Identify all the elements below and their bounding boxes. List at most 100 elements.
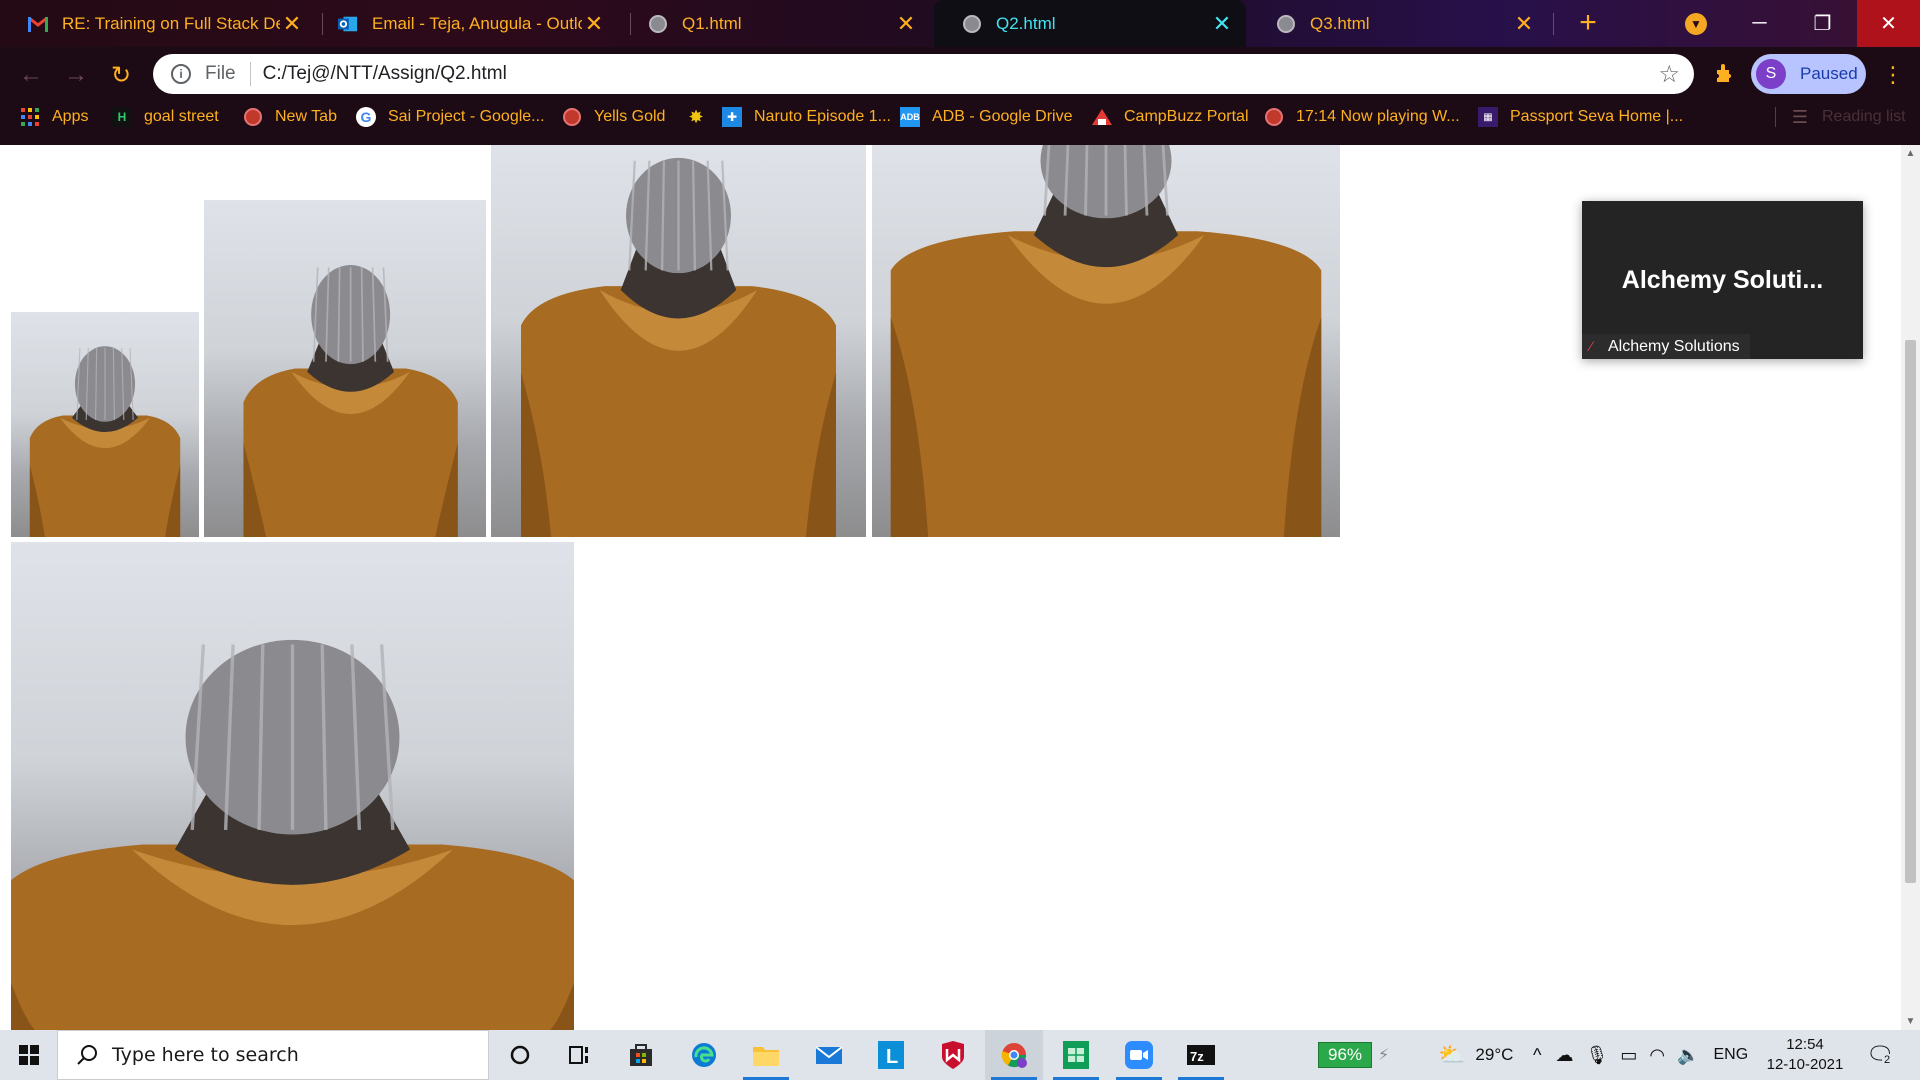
bookmark-label: Apps: [52, 108, 89, 125]
google-icon: G: [356, 107, 376, 127]
scroll-down-icon[interactable]: ▼: [1901, 1013, 1920, 1030]
battery-indicator[interactable]: 96% ⚡: [1318, 1030, 1389, 1080]
store-icon[interactable]: [612, 1030, 670, 1080]
bookmark-label: Naruto Episode 1...: [754, 108, 891, 125]
reload-icon[interactable]: ↻: [106, 60, 136, 90]
bookmarks-bar: Apps H goal street New Tab G Sai Project…: [0, 97, 1920, 145]
mail-icon[interactable]: [800, 1030, 858, 1080]
tab-q3[interactable]: Q3.html ✕: [1248, 0, 1548, 47]
bookmark-passport-seva[interactable]: ▦ Passport Seva Home |...: [1478, 97, 1683, 137]
person-image-1: [11, 312, 199, 537]
url-text[interactable]: C:/Tej@/NTT/Assign/Q2.html: [263, 63, 1659, 85]
task-view-icon[interactable]: [551, 1030, 609, 1080]
bookmark-naruto[interactable]: ✚ Naruto Episode 1...: [722, 97, 891, 137]
new-tab-button[interactable]: +: [1572, 8, 1604, 40]
windows-start-icon[interactable]: [0, 1030, 57, 1080]
vertical-scrollbar[interactable]: ▲ ▼: [1901, 145, 1920, 1030]
info-icon[interactable]: i: [171, 64, 191, 84]
l-app-icon[interactable]: L: [862, 1030, 920, 1080]
notification-center[interactable]: 🗨 2: [1866, 1030, 1894, 1080]
campbuzz-icon: [1092, 107, 1112, 127]
tab-outlook[interactable]: Email - Teja, Anugula - Outlook ✕: [310, 0, 618, 47]
profile-status: Paused: [1800, 64, 1858, 83]
tab-q1[interactable]: Q1.html ✕: [620, 0, 930, 47]
tab-title: Q2.html: [996, 13, 1056, 33]
bookmark-now-playing[interactable]: 17:14 Now playing W...: [1264, 97, 1460, 137]
cortana-icon[interactable]: [491, 1030, 549, 1080]
restore-button[interactable]: ❐: [1791, 0, 1854, 47]
battery-percent: 96%: [1318, 1042, 1373, 1068]
bookmark-sai-project[interactable]: G Sai Project - Google...: [356, 97, 545, 137]
bookmark-label: Yells Gold: [594, 108, 666, 125]
address-bar[interactable]: i File C:/Tej@/NTT/Assign/Q2.html ☆: [153, 54, 1694, 94]
globe-icon: [1276, 14, 1296, 34]
microphone-icon[interactable]: 🎙: [1585, 1045, 1608, 1066]
bookmark-yells-gold[interactable]: Yells Gold: [562, 97, 665, 137]
tray-icons: ^ ☁ 🎙 ▭ ◠ 🔈 ENG: [1533, 1030, 1748, 1080]
tab-title: Q1.html: [682, 13, 742, 33]
7zip-icon[interactable]: 7z: [1172, 1030, 1230, 1080]
wifi-icon[interactable]: ◠: [1649, 1045, 1665, 1066]
bookmark-star-icon[interactable]: ☆: [1658, 60, 1680, 89]
minimize-button[interactable]: ─: [1728, 0, 1791, 47]
close-tab-icon[interactable]: ✕: [1210, 12, 1234, 35]
reading-list-label: Reading list: [1822, 108, 1906, 125]
speaker-icon[interactable]: 🔈: [1677, 1045, 1699, 1066]
clock[interactable]: 12:54 12-10-2021: [1762, 1030, 1848, 1080]
passport-icon: ▦: [1478, 107, 1498, 127]
bookmark-campbuzz[interactable]: CampBuzz Portal: [1092, 97, 1249, 137]
globe-icon: [648, 14, 668, 34]
globe-icon: [243, 107, 263, 127]
url-scheme: File: [205, 63, 236, 84]
profile-button[interactable]: S Paused: [1751, 54, 1866, 94]
svg-text:7z: 7z: [1190, 1049, 1204, 1064]
menu-icon[interactable]: ⋮: [1882, 60, 1904, 90]
globe-icon: [962, 14, 982, 34]
weather-widget[interactable]: ⛅ 29°C: [1438, 1030, 1513, 1080]
globe-icon: [562, 107, 582, 127]
tab-strip: RE: Training on Full Stack Develo ✕ Emai…: [0, 0, 1920, 47]
battery-icon[interactable]: ▭: [1620, 1045, 1637, 1066]
close-tab-icon[interactable]: ✕: [582, 12, 606, 35]
goal-street-icon: H: [112, 107, 132, 127]
extensions-icon[interactable]: [1713, 61, 1737, 85]
bookmark-goal-street[interactable]: H goal street: [112, 97, 219, 137]
forward-icon[interactable]: →: [61, 60, 91, 90]
sheets-icon[interactable]: [1047, 1030, 1105, 1080]
close-tab-icon[interactable]: ✕: [1512, 12, 1536, 35]
file-explorer-icon[interactable]: [737, 1030, 795, 1080]
onedrive-icon[interactable]: ☁: [1555, 1045, 1573, 1066]
chrome-icon[interactable]: [985, 1030, 1043, 1080]
scroll-thumb[interactable]: [1905, 340, 1916, 883]
mcafee-icon[interactable]: [924, 1030, 982, 1080]
apps-grid-icon: [20, 107, 40, 127]
sparkle-icon: ✸: [688, 106, 704, 127]
reading-list[interactable]: ☰ Reading list: [1790, 97, 1906, 137]
scroll-up-icon[interactable]: ▲: [1901, 145, 1920, 162]
edge-icon[interactable]: [675, 1030, 733, 1080]
taskbar-search-box[interactable]: Type here to search: [57, 1030, 489, 1080]
back-icon[interactable]: ←: [16, 60, 46, 90]
zoom-video-tile[interactable]: Alchemy Soluti... ⁄ Alchemy Solutions: [1582, 201, 1863, 359]
taskbar: Type here to search L 7z 96% ⚡ ⛅ 29°C ^ …: [0, 1030, 1920, 1080]
page-content: Alchemy Soluti... ⁄ Alchemy Solutions: [0, 145, 1901, 1030]
tab-search-icon[interactable]: ▼: [1685, 13, 1707, 35]
bookmark-sparkle[interactable]: ✸: [686, 97, 718, 137]
person-image-2: [204, 200, 486, 537]
bookmark-label: 17:14 Now playing W...: [1296, 108, 1460, 125]
tab-q2[interactable]: Q2.html ✕: [934, 0, 1246, 47]
tab-gmail[interactable]: RE: Training on Full Stack Develo ✕: [0, 0, 316, 47]
person-image-4: [872, 145, 1340, 537]
avatar: S: [1756, 59, 1786, 89]
zoom-icon[interactable]: [1110, 1030, 1168, 1080]
bookmark-apps[interactable]: Apps: [20, 97, 88, 137]
chevron-up-icon[interactable]: ^: [1533, 1045, 1541, 1066]
bookmark-new-tab[interactable]: New Tab: [243, 97, 337, 137]
gmail-icon: [28, 14, 48, 34]
close-window-button[interactable]: ✕: [1857, 0, 1920, 47]
close-tab-icon[interactable]: ✕: [280, 12, 304, 35]
input-language[interactable]: ENG: [1713, 1046, 1748, 1064]
close-tab-icon[interactable]: ✕: [894, 12, 918, 35]
bookmark-adb-drive[interactable]: ADB ADB - Google Drive: [900, 97, 1073, 137]
globe-icon: [1264, 107, 1284, 127]
